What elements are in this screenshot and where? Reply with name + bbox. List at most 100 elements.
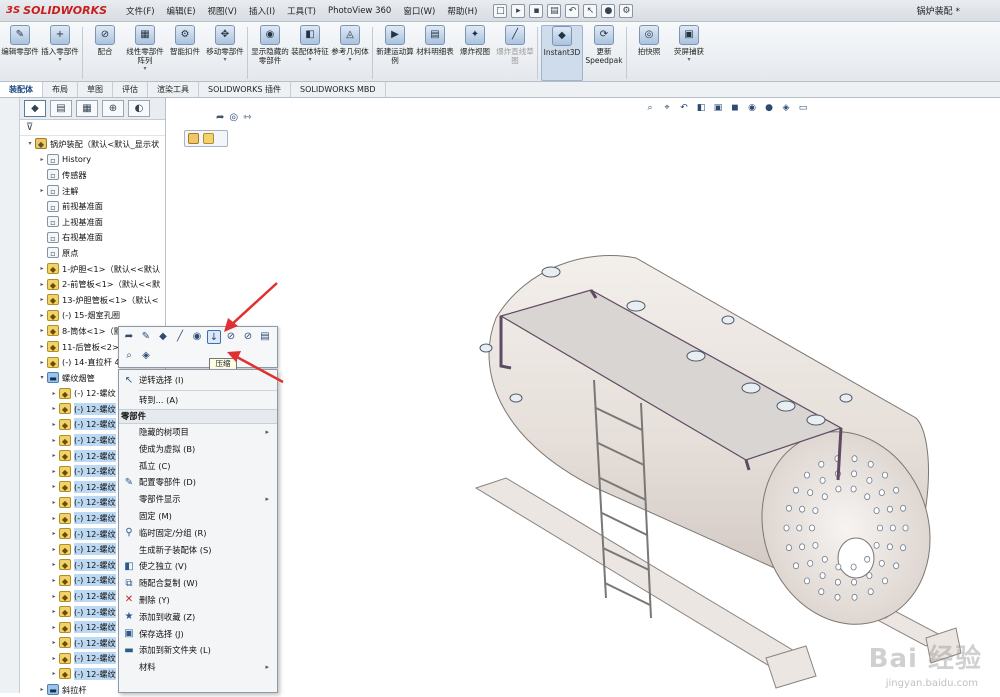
context-menu-item[interactable]: 孤立 (C) <box>119 457 277 474</box>
context-menu-item[interactable]: 使成为虚拟 (B) <box>119 440 277 457</box>
context-menu-item[interactable]: 材料 ▸ <box>119 659 277 676</box>
menu-1[interactable]: 编辑(E) <box>161 5 202 17</box>
zoom-to-selection-icon[interactable]: ⌕ <box>122 349 136 363</box>
component-color-icon[interactable]: ◈ <box>139 349 153 363</box>
menu-0[interactable]: 文件(F) <box>120 5 161 17</box>
suppress-icon[interactable]: ↓ <box>207 329 221 344</box>
save-icon[interactable]: ▪ <box>529 3 544 18</box>
tree-item[interactable]: ▸ ▫ 注解 <box>20 183 166 199</box>
tab-1[interactable]: 布局 <box>43 82 78 97</box>
property-manager-tab-icon[interactable]: ▤ <box>50 100 72 117</box>
context-menu-item[interactable]: ★ 添加到收藏 (Z) <box>119 608 277 625</box>
tree-expander-icon[interactable]: ▸ <box>38 296 46 303</box>
context-menu-item[interactable]: ✕ 删除 (Y) <box>119 592 277 609</box>
tab-2[interactable]: 草图 <box>78 82 113 97</box>
tree-expander-icon[interactable]: ▸ <box>50 499 58 506</box>
undo-icon[interactable]: ↶ <box>565 3 580 18</box>
chevron-down-icon[interactable]: ▾ <box>223 56 226 63</box>
graphics-area[interactable]: ⌕ ⌖ ↶ ◧ ▣ ◼ ◉ ● ◈ ▭ ➦ ◎ ⇿ <box>166 98 1000 693</box>
tab-3[interactable]: 评估 <box>113 82 148 97</box>
configuration-manager-tab-icon[interactable]: ▦ <box>76 100 98 117</box>
feature-tree-tab-icon[interactable]: ◆ <box>24 100 46 117</box>
appearance-icon[interactable]: ◆ <box>156 330 170 344</box>
tree-expander-icon[interactable]: ▸ <box>50 421 58 428</box>
ribbon-button-7[interactable]: ◧ 装配体特征 ▾ <box>291 25 329 81</box>
chevron-down-icon[interactable]: ▾ <box>308 56 311 63</box>
ribbon-button-9[interactable]: ▶ 新建运动算例 <box>376 25 414 81</box>
ribbon-button-5[interactable]: ✥ 移动零部件 ▾ <box>206 25 244 81</box>
tree-item[interactable]: ▸ ◆ 1-炉胆<1>（默认<<默认 <box>20 261 166 277</box>
print-icon[interactable]: ▤ <box>547 3 562 18</box>
ribbon-button-6[interactable]: ◉ 显示隐藏的零部件 <box>251 25 289 81</box>
context-menu-item[interactable]: 零部件显示 ▸ <box>119 491 277 508</box>
tree-expander-icon[interactable]: ▸ <box>50 468 58 475</box>
menu-2[interactable]: 视图(V) <box>202 5 243 17</box>
properties-icon[interactable]: ▤ <box>258 330 272 344</box>
tree-item[interactable]: ▫ 传感器 <box>20 167 166 183</box>
tree-item[interactable]: ▫ 前视基准面 <box>20 198 166 214</box>
tree-expander-icon[interactable]: ▸ <box>38 343 46 350</box>
tab-6[interactable]: SOLIDWORKS MBD <box>291 82 386 97</box>
context-menu-item[interactable]: ▬ 添加到新文件夹 (L) <box>119 642 277 659</box>
ribbon-button-2[interactable]: ⊘ 配合 <box>86 25 124 81</box>
rebuild-icon[interactable]: ● <box>601 3 616 18</box>
tree-expander-icon[interactable]: ▸ <box>50 561 58 568</box>
tree-expander-icon[interactable]: ▸ <box>38 359 46 366</box>
tree-expander-icon[interactable]: ▸ <box>50 655 58 662</box>
ribbon-button-10[interactable]: ▤ 材料明细表 <box>416 25 454 81</box>
tree-expander-icon[interactable]: ▸ <box>50 593 58 600</box>
tree-expander-icon[interactable]: ▸ <box>38 686 46 693</box>
tree-expander-icon[interactable]: ▸ <box>50 483 58 490</box>
tree-expander-icon[interactable]: ▸ <box>38 312 46 319</box>
tree-expander-icon[interactable]: ▸ <box>50 437 58 444</box>
menu-3[interactable]: 插入(I) <box>243 5 281 17</box>
context-menu-item[interactable]: 隐藏的树项目 ▸ <box>119 424 277 441</box>
context-menu-item[interactable]: ↖ 逆转选择 (I) <box>119 372 277 389</box>
tree-expander-icon[interactable]: ▸ <box>50 624 58 631</box>
tab-0[interactable]: 装配体 <box>0 82 43 97</box>
tree-expander-icon[interactable]: ▸ <box>50 639 58 646</box>
tree-expander-icon[interactable]: ▸ <box>50 670 58 677</box>
display-manager-tab-icon[interactable]: ◐ <box>128 100 150 117</box>
context-menu-item[interactable]: 生成新子装配体 (S) <box>119 541 277 558</box>
tree-expander-icon[interactable]: ▸ <box>38 281 46 288</box>
tree-expander-icon[interactable]: ▸ <box>50 530 58 537</box>
ribbon-button-12[interactable]: ╱ 爆炸直线草图 <box>496 25 534 81</box>
solidworks-logo[interactable]: 3S SOLIDWORKS <box>0 0 120 22</box>
transparency-icon[interactable]: ◉ <box>190 330 204 344</box>
view-mates-icon[interactable]: ⊘ <box>241 330 255 344</box>
tree-item[interactable]: ▸ ◆ 2-前管板<1>（默认<<默 <box>20 276 166 292</box>
select-icon[interactable]: ↖ <box>583 3 598 18</box>
chevron-down-icon[interactable]: ▾ <box>348 56 351 63</box>
tree-expander-icon[interactable]: ▸ <box>50 546 58 553</box>
chevron-down-icon[interactable]: ▾ <box>143 65 146 72</box>
menu-4[interactable]: 工具(T) <box>281 5 322 17</box>
dimxpert-tab-icon[interactable]: ⊕ <box>102 100 124 117</box>
tree-expander-icon[interactable]: ▸ <box>38 156 46 163</box>
context-menu-item[interactable]: 转到... (A) <box>119 392 277 409</box>
ribbon-button-0[interactable]: ✎ 编辑零部件 <box>1 25 39 81</box>
tree-expander-icon[interactable]: ▸ <box>50 452 58 459</box>
tree-item[interactable]: ▾ ◆ 锅炉装配（默认<默认_显示状 <box>20 136 166 152</box>
options-icon[interactable]: ⚙ <box>619 3 634 18</box>
context-menu-item[interactable]: ⚲ 临时固定/分组 (R) <box>119 524 277 541</box>
tree-expander-icon[interactable]: ▸ <box>50 608 58 615</box>
ribbon-button-8[interactable]: ◬ 参考几何体 ▾ <box>331 25 369 81</box>
tree-item[interactable]: ▸ ▫ History <box>20 152 166 168</box>
new-doc-icon[interactable]: □ <box>493 3 508 18</box>
chevron-down-icon[interactable]: ▾ <box>58 56 61 63</box>
open-part-icon[interactable]: ➦ <box>122 330 136 344</box>
tree-item[interactable]: ▫ 上视基准面 <box>20 214 166 230</box>
hide-components-icon[interactable]: ╱ <box>173 330 187 344</box>
tree-expander-icon[interactable]: ▸ <box>50 515 58 522</box>
menu-6[interactable]: 窗口(W) <box>397 5 441 17</box>
context-menu-item[interactable]: ⧉ 随配合复制 (W) <box>119 575 277 592</box>
ribbon-button-14[interactable]: ⟳ 更新Speedpak <box>585 25 623 81</box>
tree-item[interactable]: ▫ 原点 <box>20 245 166 261</box>
boiler-3d-model[interactable] <box>166 98 1000 693</box>
ribbon-button-11[interactable]: ✦ 爆炸视图 <box>456 25 494 81</box>
chevron-down-icon[interactable]: ▾ <box>687 56 690 63</box>
ribbon-button-13[interactable]: ◆ Instant3D <box>541 25 583 81</box>
ribbon-button-1[interactable]: + 插入零部件 ▾ <box>41 25 79 81</box>
tree-item[interactable]: ▫ 右视基准面 <box>20 230 166 246</box>
